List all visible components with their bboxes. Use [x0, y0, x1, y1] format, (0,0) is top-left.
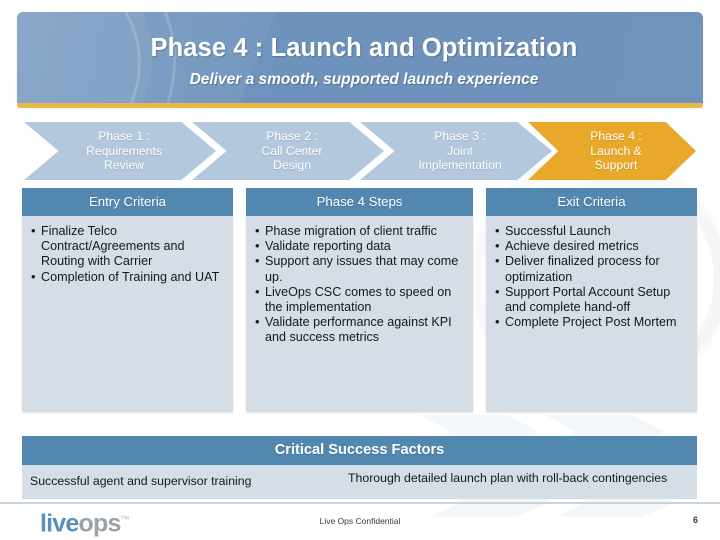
entry-criteria-header: Entry Criteria: [22, 188, 233, 216]
list-item: Support Portal Account Setup and complet…: [494, 284, 689, 315]
page-subtitle: Deliver a smooth, supported launch exper…: [189, 71, 539, 88]
critical-success-factors-header: Critical Success Factors: [22, 436, 697, 465]
critical-success-factors-panel: Critical Success Factors Successful agen…: [22, 436, 697, 499]
phase-chevron-4-label: Phase 4 : Launch & Support: [590, 129, 642, 173]
phase-chevron-4[interactable]: Phase 4 : Launch & Support: [528, 122, 696, 180]
exit-criteria-panel: Exit Criteria Successful Launch Achieve …: [486, 188, 697, 412]
list-item: Phase migration of client traffic: [254, 223, 465, 239]
slide-canvas: Phase 4 : Launch and Optimization Delive…: [0, 0, 720, 540]
page-title: Phase 4 : Launch and Optimization: [150, 34, 578, 62]
phase-chevron-1[interactable]: Phase 1 : Requirements Review: [24, 122, 216, 180]
exit-criteria-body: Successful Launch Achieve desired metric…: [486, 216, 697, 412]
phase-steps-panel: Phase 4 Steps Phase migration of client …: [246, 188, 473, 412]
list-item: Achieve desired metrics: [494, 238, 689, 254]
critical-success-factors-body: Successful agent and supervisor training…: [22, 465, 697, 499]
phase-steps-list: Phase migration of client traffic Valida…: [254, 223, 465, 346]
list-item: LiveOps CSC comes to speed on the implem…: [254, 284, 465, 315]
csf-cell-2: Thorough detailed launch plan with roll-…: [348, 471, 668, 485]
list-item: Successful Launch: [494, 223, 689, 239]
phase-chevron-2-label: Phase 2 : Call Center Design: [261, 129, 323, 173]
page-number: 6: [692, 515, 698, 525]
csf-cell-1: Successful agent and supervisor training: [30, 474, 252, 489]
entry-criteria-panel: Entry Criteria Finalize Telco Contract/A…: [22, 188, 233, 412]
footer-divider: [0, 502, 720, 504]
exit-criteria-list: Successful Launch Achieve desired metric…: [494, 223, 689, 330]
title-banner: Phase 4 : Launch and Optimization Delive…: [17, 12, 703, 103]
confidentiality-notice: Live Ops Confidential: [319, 516, 401, 526]
list-item: Completion of Training and UAT: [30, 269, 225, 285]
entry-criteria-body: Finalize Telco Contract/Agreements and R…: [22, 216, 233, 412]
list-item: Validate reporting data: [254, 238, 465, 254]
list-item: Validate performance against KPI and suc…: [254, 314, 465, 345]
entry-criteria-list: Finalize Telco Contract/Agreements and R…: [30, 223, 225, 285]
phase-chevron-2[interactable]: Phase 2 : Call Center Design: [192, 122, 384, 180]
phase-steps-body: Phase migration of client traffic Valida…: [246, 216, 473, 412]
phase-chevron-3[interactable]: Phase 3 : Joint Implementation: [360, 122, 552, 180]
phase-chevron-bar: Phase 1 : Requirements Review Phase 2 : …: [24, 122, 696, 180]
phase-chevron-3-label: Phase 3 : Joint Implementation: [418, 129, 502, 173]
list-item: Complete Project Post Mortem: [494, 314, 689, 330]
list-item: Deliver finalized process for optimizati…: [494, 253, 689, 284]
list-item: Finalize Telco Contract/Agreements and R…: [30, 223, 225, 270]
list-item: Support any issues that may come up.: [254, 253, 465, 284]
banner-accent-rule: [17, 103, 703, 108]
phase-chevron-1-label: Phase 1 : Requirements Review: [86, 129, 162, 173]
exit-criteria-header: Exit Criteria: [486, 188, 697, 216]
phase-steps-header: Phase 4 Steps: [246, 188, 473, 216]
